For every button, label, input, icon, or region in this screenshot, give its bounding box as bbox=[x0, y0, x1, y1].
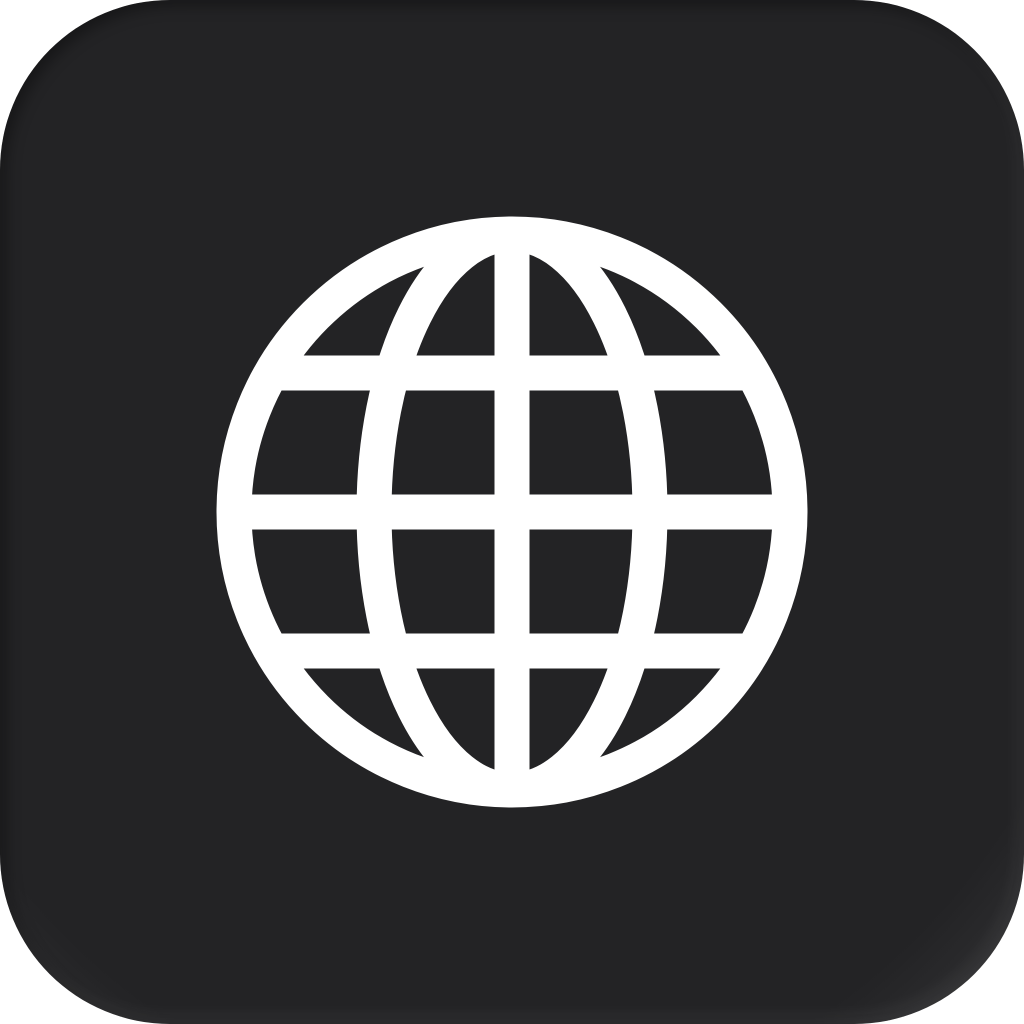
globe-icon bbox=[216, 216, 808, 808]
app-icon-tile[interactable] bbox=[0, 0, 1024, 1024]
globe-lines bbox=[216, 216, 808, 808]
